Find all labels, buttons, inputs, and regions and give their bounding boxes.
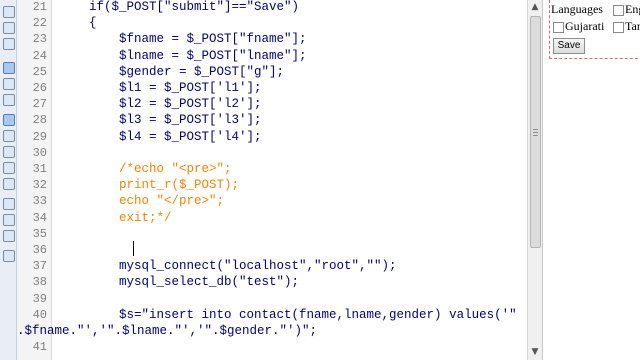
code-line[interactable]: 22 { bbox=[17, 15, 527, 31]
tamil-label: Tan bbox=[625, 19, 640, 33]
tool-anchor-icon[interactable] bbox=[3, 162, 15, 174]
code-line[interactable]: 32 print_r($_POST); bbox=[17, 177, 527, 193]
line-number: 34 bbox=[32, 210, 47, 225]
scroll-up-icon[interactable]: ▲ bbox=[529, 1, 541, 13]
code-line[interactable]: 26 $l1 = $_POST['l1']; bbox=[17, 80, 527, 96]
code-text: mysql_connect("localhost","root",""); bbox=[59, 259, 397, 274]
code-editor[interactable]: 21 if($_POST["submit"]=="Save") 22 {23 $f… bbox=[17, 0, 527, 360]
code-line[interactable]: 24 $lname = $_POST["lname"]; bbox=[17, 48, 527, 64]
scrollbar-thumb[interactable] bbox=[530, 16, 541, 248]
line-number: 31 bbox=[32, 162, 47, 176]
tool-target-icon[interactable] bbox=[3, 38, 15, 50]
tool-image-icon[interactable] bbox=[3, 62, 15, 74]
code-text: $gender = $_POST["g"]; bbox=[59, 64, 285, 79]
code-line[interactable]: 35 bbox=[17, 226, 527, 242]
line-number: 23 bbox=[32, 32, 47, 47]
tool-table-icon[interactable] bbox=[3, 78, 15, 90]
line-number: 33 bbox=[32, 194, 47, 209]
tamil-checkbox[interactable] bbox=[613, 22, 624, 33]
code-text: $s="insert into contact(fname,lname,gend… bbox=[59, 307, 517, 322]
line-number: 21 bbox=[32, 0, 47, 14]
line-number: 29 bbox=[32, 129, 47, 144]
tool-media-icon[interactable] bbox=[3, 130, 15, 142]
code-text: if($_POST["submit"]=="Save") bbox=[59, 0, 300, 14]
line-number: 32 bbox=[32, 178, 47, 193]
scroll-down-icon[interactable]: ▼ bbox=[529, 346, 541, 358]
code-line[interactable]: 21 if($_POST["submit"]=="Save") bbox=[17, 0, 527, 15]
line-number: 28 bbox=[32, 113, 47, 128]
code-line[interactable]: 37 mysql_connect("localhost","root",""); bbox=[17, 258, 527, 274]
code-line[interactable]: .$fname."','".$lname."','".$gender."')"; bbox=[17, 323, 527, 339]
code-text: .$fname."','".$lname."','".$gender."')"; bbox=[17, 324, 318, 338]
browser-preview: Languages Eng Gujarati Tan Save bbox=[542, 0, 640, 360]
code-comment: echo "</pre>"; bbox=[59, 194, 225, 209]
code-line[interactable]: 28 $l3 = $_POST['l3']; bbox=[17, 112, 527, 128]
line-number: 24 bbox=[32, 48, 47, 63]
code-line[interactable]: 40 $s="insert into contact(fname,lname,g… bbox=[17, 307, 527, 323]
editor-scrollbar[interactable]: ▲ ▼ bbox=[527, 0, 542, 360]
english-label: Eng bbox=[625, 2, 640, 16]
tool-form-icon[interactable] bbox=[3, 94, 15, 106]
line-number: 35 bbox=[32, 226, 47, 241]
tool-wrap-icon[interactable] bbox=[3, 230, 15, 242]
code-comment: exit;*/ bbox=[59, 210, 172, 225]
code-line[interactable]: 25 $gender = $_POST["g"]; bbox=[17, 64, 527, 80]
line-number: 27 bbox=[32, 97, 47, 112]
code-line[interactable]: 29 $l4 = $_POST['l4']; bbox=[17, 129, 527, 145]
code-line[interactable]: 34 exit;*/ bbox=[17, 210, 527, 226]
line-number: 40 bbox=[32, 307, 47, 322]
code-text: mysql_select_db("test"); bbox=[59, 275, 300, 290]
english-checkbox[interactable] bbox=[613, 5, 624, 16]
code-text: $l3 = $_POST['l3']; bbox=[59, 113, 262, 128]
line-number: 36 bbox=[32, 243, 47, 257]
line-number: 22 bbox=[32, 16, 47, 31]
tool-outdent-icon[interactable] bbox=[3, 214, 15, 226]
code-line[interactable]: 30 bbox=[17, 145, 527, 161]
code-text: $l4 = $_POST['l4']; bbox=[59, 129, 262, 144]
languages-label: Languages bbox=[551, 2, 603, 16]
code-line[interactable]: 31 /*echo "<pre>"; bbox=[17, 161, 527, 177]
tool-gear-icon[interactable] bbox=[3, 22, 15, 34]
gujarati-checkbox[interactable] bbox=[553, 22, 564, 33]
line-number: 26 bbox=[32, 81, 47, 95]
code-area[interactable]: 21 if($_POST["submit"]=="Save") 22 {23 $f… bbox=[17, 0, 527, 360]
text-cursor bbox=[133, 241, 134, 256]
tool-link-icon[interactable] bbox=[3, 146, 15, 158]
code-line[interactable]: 27 $l2 = $_POST['l2']; bbox=[17, 96, 527, 112]
tool-strip bbox=[0, 0, 17, 360]
tool-format-icon[interactable] bbox=[3, 250, 15, 262]
code-line[interactable]: 38 mysql_select_db("test"); bbox=[17, 274, 527, 290]
line-number: 39 bbox=[32, 291, 47, 306]
line-number: 25 bbox=[32, 64, 47, 79]
tool-cursor-icon[interactable] bbox=[3, 6, 15, 18]
tool-list-icon[interactable] bbox=[3, 178, 15, 190]
line-number: 30 bbox=[32, 145, 47, 160]
line-number: 38 bbox=[32, 275, 47, 290]
code-line[interactable]: 36 bbox=[17, 242, 527, 258]
gujarati-label: Gujarati bbox=[565, 19, 605, 33]
line-number: 37 bbox=[32, 259, 47, 274]
code-text: $fname = $_POST["fname"]; bbox=[59, 32, 307, 47]
code-text: { bbox=[59, 16, 97, 31]
tool-indent-icon[interactable] bbox=[3, 198, 15, 210]
code-text: $l2 = $_POST['l2']; bbox=[59, 97, 262, 112]
code-text: $l1 = $_POST['l1']; bbox=[59, 81, 262, 95]
code-line[interactable]: 41 bbox=[17, 339, 527, 355]
save-button[interactable]: Save bbox=[553, 38, 585, 54]
code-comment: /*echo "<pre>"; bbox=[59, 162, 232, 176]
code-line[interactable]: 39 bbox=[17, 291, 527, 307]
line-number: 41 bbox=[32, 340, 47, 355]
code-line[interactable]: 33 echo "</pre>"; bbox=[17, 193, 527, 209]
code-text: $lname = $_POST["lname"]; bbox=[59, 48, 307, 63]
tool-layer-icon[interactable] bbox=[3, 114, 15, 126]
code-line[interactable]: 23 $fname = $_POST["fname"]; bbox=[17, 31, 527, 47]
code-comment: print_r($_POST); bbox=[59, 178, 240, 193]
